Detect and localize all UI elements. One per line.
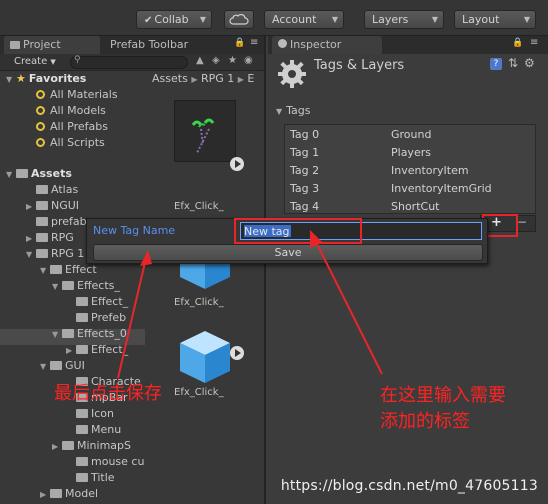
watermark: https://blog.csdn.net/m0_47605113 bbox=[280, 478, 538, 494]
arrow-to-save bbox=[117, 257, 147, 379]
annotation-save-note: 最后点击保存 bbox=[54, 383, 162, 404]
arrowhead bbox=[140, 250, 152, 266]
annotation-input-note-1: 在这里输入需要 bbox=[380, 385, 506, 406]
arrowhead bbox=[310, 230, 322, 248]
arrow-to-field bbox=[313, 237, 383, 375]
annotation-input-note-2: 添加的标签 bbox=[380, 411, 470, 432]
